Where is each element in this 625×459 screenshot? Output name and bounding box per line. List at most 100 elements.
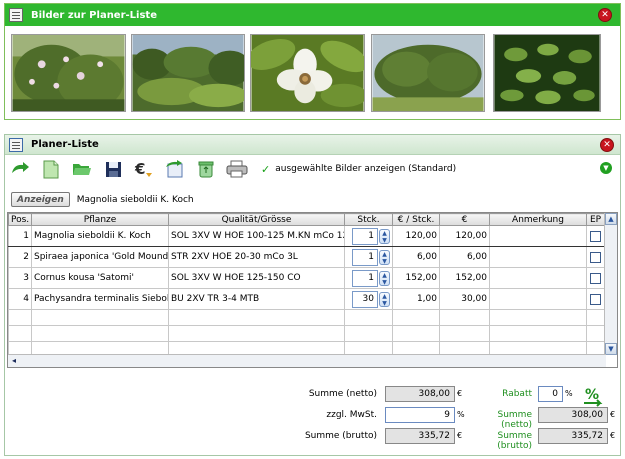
row-anmerkung[interactable]: [489, 246, 587, 268]
vertical-scrollbar[interactable]: ▲ ▼: [604, 213, 617, 355]
rabatt-summe-netto-label: Summe (netto): [497, 410, 533, 430]
row-summe: 120,00: [439, 225, 490, 247]
row-summe: 152,00: [439, 267, 490, 289]
table-row[interactable]: 1 Magnolia sieboldii K. Koch SOL 3XV W H…: [8, 225, 605, 247]
printer-icon[interactable]: [226, 159, 248, 179]
row-stueck-cell: 1 ▲ ▼: [344, 225, 393, 247]
image-strip: [5, 26, 620, 120]
scroll-up-icon[interactable]: ▲: [605, 213, 617, 225]
empty-row: [8, 325, 605, 342]
row-anmerkung[interactable]: [489, 288, 587, 310]
display-row: Anzeigen Magnolia sieboldii K. Koch: [11, 192, 194, 207]
planer-list-title: Planer-Liste: [31, 139, 99, 150]
quantity-stepper[interactable]: 1: [352, 248, 378, 266]
spin-arrows-icon[interactable]: ▲ ▼: [379, 291, 390, 307]
ep-checkbox[interactable]: [590, 230, 601, 242]
ep-checkbox[interactable]: [590, 293, 601, 305]
euro-price-icon[interactable]: €: [133, 159, 155, 179]
quantity-stepper[interactable]: 1: [352, 227, 378, 245]
list-icon: [9, 137, 23, 152]
open-folder-icon[interactable]: [71, 159, 93, 179]
toolbar: € ✓ ausgewählte Bilder anzeigen (Standar…: [9, 158, 456, 180]
plant-photo-thumbnail[interactable]: [371, 34, 485, 112]
table-header: Pos. Pflanze Qualität/Grösse Stck. € / S…: [8, 213, 605, 226]
row-qualitaet[interactable]: STR 2XV HOE 20-30 mCo 3L: [168, 246, 345, 268]
scroll-down-icon[interactable]: ▼: [605, 343, 617, 355]
column-header-qualitaet[interactable]: Qualität/Grösse: [168, 213, 345, 226]
summe-brutto-label: Summe (brutto): [304, 431, 377, 441]
row-ep-cell: [586, 225, 605, 247]
row-pflanze[interactable]: Pachysandra terminalis Siebold: [31, 288, 169, 310]
column-header-anmerkung[interactable]: Anmerkung: [489, 213, 587, 226]
anzeigen-button[interactable]: Anzeigen: [11, 192, 70, 207]
column-header-pos[interactable]: Pos.: [8, 213, 32, 226]
plant-photo-thumbnail[interactable]: [493, 34, 601, 112]
ep-checkbox[interactable]: [590, 251, 601, 263]
apply-discount-icon[interactable]: %: [582, 385, 604, 407]
row-qualitaet[interactable]: SOL 3XV W HOE 125-150 CO: [168, 267, 345, 289]
row-anmerkung[interactable]: [489, 225, 587, 247]
row-pos: 3: [8, 267, 32, 289]
empty-row: [8, 309, 605, 326]
row-qualitaet[interactable]: SOL 3XV W HOE 100-125 M.KN mCo 12l: [168, 225, 345, 247]
chevron-down-icon[interactable]: ▼: [600, 162, 612, 174]
plant-photo-thumbnail[interactable]: [11, 34, 126, 112]
table-row[interactable]: 2 Spiraea japonica 'Gold Mound' STR 2XV …: [8, 246, 605, 268]
row-anmerkung[interactable]: [489, 267, 587, 289]
plant-photo-thumbnail[interactable]: [131, 34, 245, 112]
mwst-input[interactable]: 9: [385, 407, 455, 423]
scroll-left-icon[interactable]: ◂: [8, 355, 20, 367]
column-header-stueck[interactable]: Stck.: [344, 213, 393, 226]
images-panel-titlebar: Bilder zur Planer-Liste: [5, 4, 620, 26]
euro-unit: €: [457, 431, 463, 440]
table-row[interactable]: 4 Pachysandra terminalis Siebold BU 2XV …: [8, 288, 605, 310]
mwst-label: zzgl. MwSt.: [326, 410, 377, 420]
table-row[interactable]: 3 Cornus kousa 'Satomi' SOL 3XV W HOE 12…: [8, 267, 605, 289]
checkmark-icon: ✓: [261, 162, 271, 176]
percent-unit: %: [457, 410, 465, 419]
recycle-bin-icon[interactable]: [195, 159, 217, 179]
svg-text:€: €: [134, 160, 145, 178]
planer-list-panel: Planer-Liste ✕ € ✓ ausgewählte Bilder an…: [4, 134, 621, 456]
spin-arrows-icon[interactable]: ▲ ▼: [379, 228, 390, 244]
row-qualitaet[interactable]: BU 2XV TR 3-4 MTB: [168, 288, 345, 310]
export-icon[interactable]: [164, 159, 186, 179]
euro-unit: €: [610, 410, 616, 419]
close-icon[interactable]: ✕: [598, 8, 612, 22]
column-header-ep[interactable]: EP: [586, 213, 605, 226]
horizontal-scrollbar[interactable]: ◂: [8, 354, 606, 367]
summe-netto-field: 308,00: [385, 386, 455, 402]
column-header-preis[interactable]: € / Stck.: [392, 213, 440, 226]
row-pflanze[interactable]: Cornus kousa 'Satomi': [31, 267, 169, 289]
row-preis[interactable]: 1,00: [392, 288, 440, 310]
ep-checkbox[interactable]: [590, 272, 601, 284]
rabatt-input[interactable]: 0: [538, 386, 563, 402]
row-ep-cell: [586, 246, 605, 268]
spin-arrows-icon[interactable]: ▲ ▼: [379, 270, 390, 286]
planer-table: Pos. Pflanze Qualität/Grösse Stck. € / S…: [7, 212, 618, 368]
row-preis[interactable]: 120,00: [392, 225, 440, 247]
row-stueck-cell: 1 ▲ ▼: [344, 246, 393, 268]
row-stueck-cell: 1 ▲ ▼: [344, 267, 393, 289]
spin-arrows-icon[interactable]: ▲ ▼: [379, 249, 390, 265]
row-pos: 4: [8, 288, 32, 310]
column-header-summe[interactable]: €: [439, 213, 490, 226]
quantity-stepper[interactable]: 1: [352, 269, 378, 287]
column-header-pflanze[interactable]: Pflanze: [31, 213, 169, 226]
plant-photo-thumbnail[interactable]: [250, 34, 365, 112]
show-selected-images-toggle[interactable]: ✓ ausgewählte Bilder anzeigen (Standard): [261, 163, 456, 176]
close-icon[interactable]: ✕: [600, 138, 614, 152]
quantity-stepper[interactable]: 30: [352, 290, 378, 308]
new-document-icon[interactable]: [40, 159, 62, 179]
row-pflanze[interactable]: Magnolia sieboldii K. Koch: [31, 225, 169, 247]
row-pflanze[interactable]: Spiraea japonica 'Gold Mound': [31, 246, 169, 268]
save-disk-icon[interactable]: [102, 159, 124, 179]
planer-list-titlebar: Planer-Liste: [5, 135, 620, 155]
images-panel: Bilder zur Planer-Liste ✕: [4, 3, 621, 120]
rabatt-summe-netto-field: 308,00: [538, 407, 608, 423]
undo-arrow-icon[interactable]: [9, 159, 31, 179]
row-ep-cell: [586, 288, 605, 310]
row-preis[interactable]: 152,00: [392, 267, 440, 289]
row-preis[interactable]: 6,00: [392, 246, 440, 268]
rabatt-summe-brutto-label: Summe (brutto): [497, 431, 532, 451]
